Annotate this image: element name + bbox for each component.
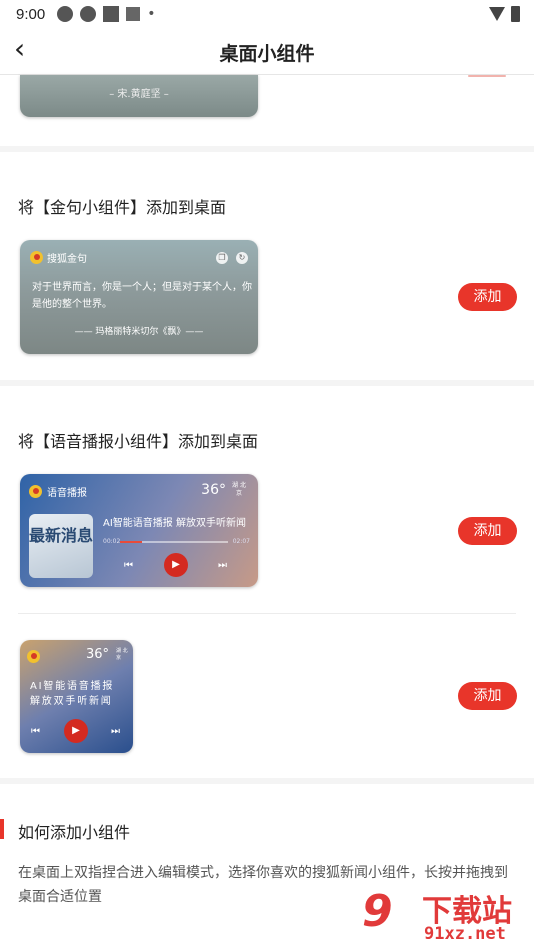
next-icon: ⏭ bbox=[111, 726, 120, 737]
small-line-2: 解放双手听新闻 bbox=[30, 696, 113, 707]
quote-brand-label: 搜狐金句 bbox=[47, 254, 87, 265]
news-thumbnail: 最新消息 bbox=[29, 514, 93, 578]
time-start: 00:02 bbox=[103, 538, 121, 545]
app-notification-icon-2 bbox=[80, 6, 97, 22]
quote-section-title: 将【金句小组件】添加到桌面 bbox=[18, 198, 227, 217]
progress-fill bbox=[120, 541, 142, 543]
quote-icons: ❐ ↻ bbox=[216, 252, 248, 264]
app-notification-icon bbox=[57, 6, 74, 22]
audio-headline: AI智能语音播报 解放双手听新闻 bbox=[103, 518, 246, 529]
page-title: 桌面小组件 bbox=[219, 43, 315, 65]
audio-section-title: 将【语音播报小组件】添加到桌面 bbox=[18, 432, 259, 451]
audio-widget-section: 将【语音播报小组件】添加到桌面 语音播报 36° 湖 北京 最新消息 AI智能语… bbox=[0, 386, 534, 778]
time-end: 02:07 bbox=[232, 538, 250, 545]
poem-author: – 宋.黄庭坚 – bbox=[109, 89, 169, 100]
audio-brand: 语音播报 bbox=[29, 484, 87, 499]
temperature: 36° bbox=[201, 482, 226, 498]
watermark-logo: 9 下载站 91xz.net bbox=[362, 884, 526, 950]
quote-widget-section: 将【金句小组件】添加到桌面 搜狐金句 ❐ ↻ 对于世界而言，你是一个人；但是对于… bbox=[0, 152, 534, 380]
location-small: 湖 北京 bbox=[116, 648, 128, 661]
add-audio-widget-large-button[interactable]: 添加 bbox=[458, 517, 517, 545]
how-to-accent-bar bbox=[0, 819, 4, 839]
play-icon: ▶ bbox=[164, 553, 188, 577]
wifi-icon bbox=[489, 7, 505, 21]
more-notifications-icon: • bbox=[147, 6, 156, 22]
status-bar: 9:00 • bbox=[0, 0, 534, 28]
small-line-1: AI智能语音播报 bbox=[30, 681, 115, 692]
play-icon: ▶ bbox=[64, 719, 88, 743]
sohu-logo-icon bbox=[29, 485, 42, 498]
copy-icon: ❐ bbox=[216, 252, 228, 264]
quote-text: 对于世界而言，你是一个人；但是对于某个人，你是他的整个世界。 bbox=[32, 282, 252, 310]
temperature-small: 36° bbox=[86, 647, 110, 662]
status-time: 9:00 bbox=[16, 5, 46, 23]
quote-widget-preview: 搜狐金句 ❐ ↻ 对于世界而言，你是一个人；但是对于某个人，你是他的整个世界。 … bbox=[20, 240, 258, 354]
location: 湖 北京 bbox=[232, 482, 246, 497]
previous-icon: ⏮ bbox=[31, 726, 40, 737]
add-quote-widget-button[interactable]: 添加 bbox=[458, 283, 517, 311]
previous-icon: ⏮ bbox=[124, 560, 133, 571]
poem-widget-preview: – 宋.黄庭坚 – bbox=[20, 75, 258, 117]
nav-bar: ‹ 桌面小组件 bbox=[0, 28, 534, 75]
battery-icon bbox=[511, 6, 520, 22]
how-to-title: 如何添加小组件 bbox=[18, 823, 131, 842]
add-button-partial[interactable] bbox=[468, 75, 506, 77]
progress-track bbox=[120, 541, 228, 543]
add-audio-widget-small-button[interactable]: 添加 bbox=[458, 682, 517, 710]
square-notification-icon bbox=[103, 6, 120, 22]
refresh-icon: ↻ bbox=[236, 252, 248, 264]
audio-brand-label: 语音播报 bbox=[47, 488, 87, 499]
quote-brand: 搜狐金句 bbox=[30, 250, 87, 265]
audio-widget-large-preview: 语音播报 36° 湖 北京 最新消息 AI智能语音播报 解放双手听新闻 00:0… bbox=[20, 474, 258, 587]
quote-author: —— 玛格丽特米切尔《飘》—— bbox=[74, 327, 204, 337]
next-icon: ⏭ bbox=[218, 560, 227, 571]
audio-widget-small-preview: 36° 湖 北京 AI智能语音播报 解放双手听新闻 ⏮ ▶ ⏭ bbox=[20, 640, 133, 753]
sohu-logo-icon bbox=[30, 251, 43, 264]
sohu-logo-icon bbox=[27, 650, 40, 663]
watermark-url: 91xz.net bbox=[424, 924, 506, 944]
watermark-digits: 9 bbox=[362, 886, 393, 937]
divider bbox=[18, 613, 516, 614]
poem-widget-section: – 宋.黄庭坚 – bbox=[0, 75, 534, 146]
a-notification-icon bbox=[126, 7, 141, 21]
